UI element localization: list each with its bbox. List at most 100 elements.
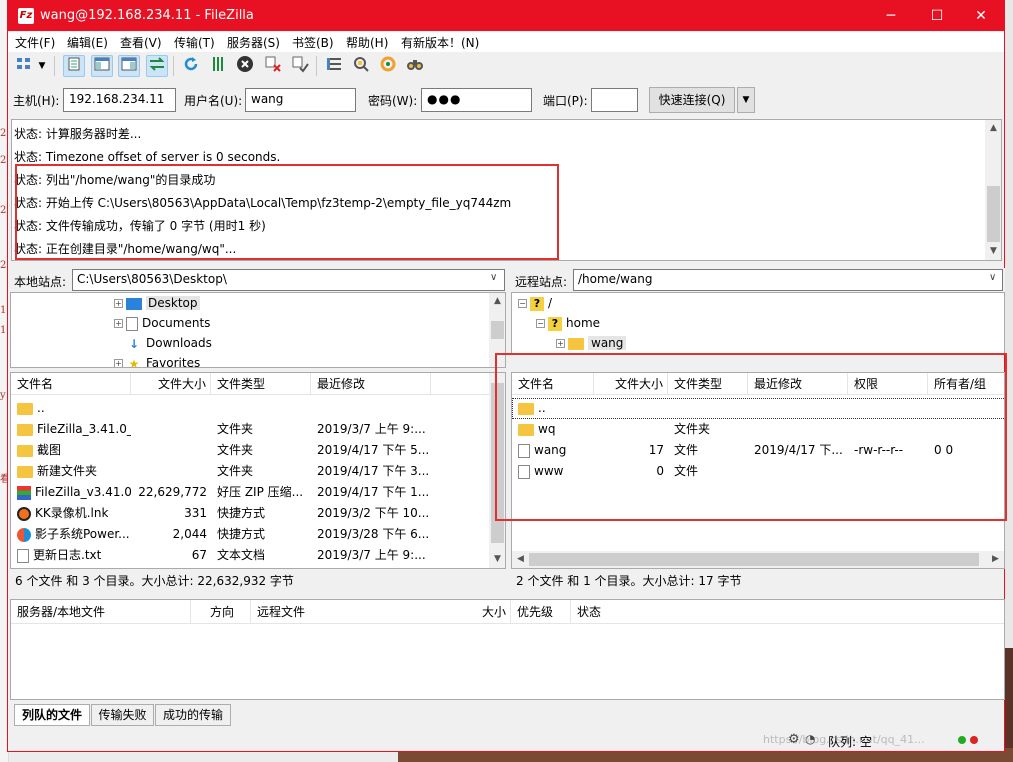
tree-item-home[interactable]: −? home (536, 313, 600, 333)
tree-item-desktop[interactable]: + Desktop (114, 293, 200, 313)
directory-filter-icon[interactable] (323, 55, 345, 77)
column-header-type[interactable]: 文件类型 (211, 373, 311, 395)
expand-icon[interactable]: + (114, 299, 123, 308)
menu-bookmarks[interactable]: 书签(B) (292, 34, 334, 51)
highlight-annotation-box (15, 164, 559, 260)
collapse-icon[interactable]: − (518, 299, 527, 308)
scrollbar-thumb[interactable] (491, 321, 504, 339)
local-path-dropdown-icon[interactable]: ∨ (490, 272, 497, 283)
table-row[interactable]: 新建文件夹 文件夹 2019/4/17 下午 3... (11, 461, 489, 482)
downloads-icon: ↓ (128, 336, 140, 351)
port-field[interactable] (591, 88, 638, 112)
tab-queued-files[interactable]: 列队的文件 (14, 704, 90, 726)
reconnect-icon[interactable] (289, 55, 311, 77)
table-row[interactable]: FileZilla_v3.41.0... 22,629,772 好压 ZIP 压缩.… (11, 482, 489, 503)
cancel-icon[interactable] (234, 55, 256, 77)
tab-failed-transfers[interactable]: 传输失败 (91, 704, 154, 726)
quickconnect-button[interactable]: 快速连接(Q) (649, 87, 735, 113)
column-header-filename[interactable]: 文件名 (11, 373, 131, 395)
queue-column-direction[interactable]: 方向 (191, 600, 251, 624)
tree-item-documents[interactable]: + Documents (114, 313, 210, 333)
message-log-scrollbar[interactable]: ▲ ▼ (985, 120, 1001, 260)
menu-edit[interactable]: 编辑(E) (67, 34, 108, 51)
file-modified: 2019/3/2 下午 10... (317, 506, 430, 520)
menu-help[interactable]: 帮助(H) (346, 34, 388, 51)
queue-column-size[interactable]: 大小 (451, 600, 511, 624)
remote-path-dropdown-icon[interactable]: ∨ (989, 272, 996, 283)
tree-item-downloads[interactable]: +↓Downloads (114, 333, 212, 353)
scroll-up-icon[interactable]: ▲ (985, 120, 1001, 137)
toggle-local-tree-icon[interactable] (91, 55, 113, 77)
toggle-transfer-queue-icon[interactable] (146, 55, 168, 77)
close-icon[interactable]: ✕ (958, 1, 1004, 31)
menu-server[interactable]: 服务器(S) (227, 34, 280, 51)
expand-icon[interactable]: + (556, 339, 565, 348)
scrollbar-thumb[interactable] (529, 553, 979, 566)
file-size (131, 440, 207, 461)
table-row[interactable]: .. (11, 398, 489, 419)
menu-file[interactable]: 文件(F) (15, 34, 55, 51)
search-icon[interactable] (404, 55, 426, 77)
expand-icon[interactable]: + (114, 319, 123, 328)
password-field[interactable]: ●●● (421, 88, 532, 112)
refresh-icon[interactable] (180, 55, 202, 77)
file-size (131, 419, 207, 440)
table-row[interactable]: FileZilla_3.41.0_... 文件夹 2019/3/7 上午 9:... (11, 419, 489, 440)
queue-column-priority[interactable]: 优先级 (511, 600, 571, 624)
queue-column-local-file[interactable]: 服务器/本地文件 (11, 600, 191, 624)
table-row[interactable]: 影子系统Power... 2,044 快捷方式 2019/3/28 下午 6... (11, 524, 489, 545)
menu-view[interactable]: 查看(V) (120, 34, 162, 51)
table-row[interactable]: 截图 文件夹 2019/4/17 下午 5... (11, 440, 489, 461)
tree-item-wang[interactable]: + wang (556, 333, 627, 353)
shadow-system-icon (17, 527, 31, 542)
column-header-size[interactable]: 文件大小 (131, 373, 211, 395)
menu-new-version[interactable]: 有新版本！(N) (401, 34, 479, 51)
local-status: 6 个文件 和 3 个目录。大小总计: 22,632,932 字节 (15, 574, 294, 588)
column-header-modified[interactable]: 最近修改 (311, 373, 431, 395)
local-tree: + Desktop + Documents + ↓ Downloads + ★ Favori… (10, 292, 506, 368)
toggle-message-log-icon[interactable] (63, 55, 85, 77)
scroll-right-icon[interactable]: ▶ (987, 551, 1004, 568)
host-field[interactable]: 192.168.234.11 (63, 88, 176, 112)
table-row[interactable]: KK录像机.lnk 331 快捷方式 2019/3/2 下午 10... (11, 503, 489, 524)
maximize-icon[interactable]: ☐ (914, 1, 960, 31)
folder-icon (568, 337, 584, 350)
file-name: FileZilla_v3.41.0... (35, 485, 131, 499)
remote-path-combo[interactable]: /home/wang (573, 269, 1003, 291)
site-manager-icon[interactable] (13, 55, 35, 77)
tree-item-root[interactable]: −? / (518, 293, 552, 313)
disconnect-icon[interactable] (262, 55, 284, 77)
speed-limit-icon[interactable]: ◔ (805, 732, 815, 746)
scroll-down-icon[interactable]: ▼ (489, 551, 505, 568)
process-queue-icon[interactable] (207, 55, 229, 77)
local-file-list: 文件名 文件大小 文件类型 最近修改 .. FileZilla_3.41.0_..… (10, 372, 506, 569)
tree-item-favorites[interactable]: + ★ Favorites (114, 353, 200, 367)
settings-gear-icon[interactable]: ⚙ (788, 732, 800, 747)
table-row[interactable]: 更新日志.txt 67 文本文档 2019/3/7 上午 9:... (11, 545, 489, 566)
toolbar-separator (54, 56, 55, 76)
minimize-icon[interactable]: ─ (868, 1, 914, 31)
username-field[interactable]: wang (245, 88, 356, 112)
host-label: 主机(H): (13, 94, 60, 108)
collapse-icon[interactable]: − (536, 319, 545, 328)
scroll-up-icon[interactable]: ▲ (489, 293, 505, 310)
local-path-combo[interactable]: C:\Users\80563\Desktop\ (72, 269, 505, 291)
menu-transfer[interactable]: 传输(T) (174, 34, 215, 51)
local-site-label: 本地站点: (14, 275, 67, 289)
quickconnect-dropdown-icon[interactable]: ▼ (737, 87, 755, 113)
download-indicator-icon (970, 736, 978, 744)
toggle-remote-tree-icon[interactable] (118, 55, 140, 77)
scrollbar-thumb[interactable] (987, 186, 1000, 242)
scroll-left-icon[interactable]: ◀ (512, 551, 529, 568)
site-manager-dropdown-icon[interactable]: ▼ (35, 55, 49, 77)
file-size: 331 (184, 506, 207, 520)
remote-site-label: 远程站点: (515, 275, 568, 289)
queue-column-status[interactable]: 状态 (571, 600, 671, 624)
file-type: 文本文档 (217, 548, 266, 562)
synchronized-browsing-icon[interactable] (377, 55, 399, 77)
scroll-down-icon[interactable]: ▼ (985, 243, 1001, 260)
tab-successful-transfers[interactable]: 成功的传输 (155, 704, 231, 726)
compare-icon[interactable] (350, 55, 372, 77)
expand-icon[interactable]: + (114, 359, 123, 367)
remote-list-hscrollbar[interactable]: ◀ ▶ (512, 551, 1004, 568)
